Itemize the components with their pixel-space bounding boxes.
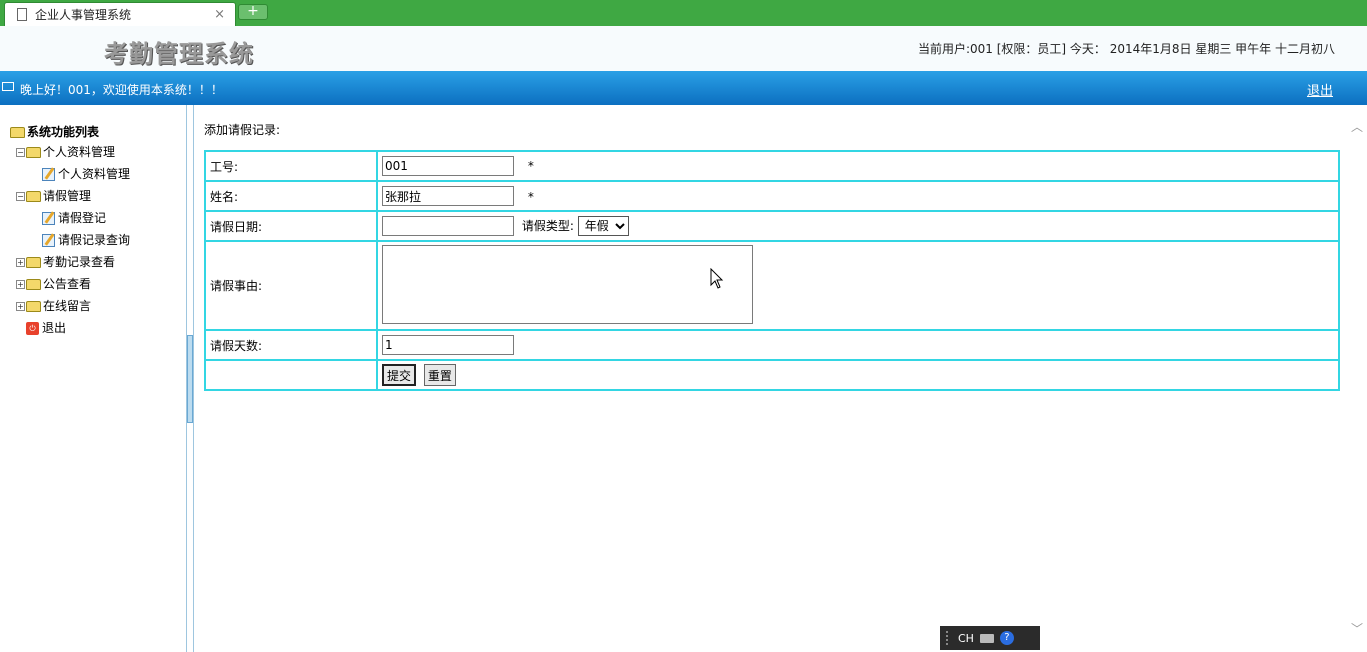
tree-leaf-leave-query[interactable]: 请假记录查询 — [42, 231, 130, 249]
leave-days-input[interactable] — [382, 335, 514, 355]
current-user-info: 当前用户:001 [权限：员工] 今天： 2014年1月8日 星期三 甲午年 十… — [917, 42, 1335, 56]
power-icon: ⏻ — [26, 321, 39, 335]
browser-tab[interactable]: 企业人事管理系统 × — [4, 2, 236, 26]
sidebar-collapse-handle[interactable] — [187, 335, 193, 423]
tree-item-online-messages[interactable]: + 在线留言 — [16, 297, 91, 315]
submit-button[interactable]: 提交 — [382, 364, 417, 386]
greeting-text: 晚上好！001，欢迎使用本系统！！！ — [20, 83, 223, 97]
tree-item-label: 个人资料管理 — [58, 167, 131, 181]
folder-icon — [26, 300, 41, 312]
help-icon[interactable]: ? — [999, 631, 1014, 645]
folder-icon — [26, 278, 41, 290]
leave-form-table: 工号: * 姓名: * 请假日期: 请假类型: 年假 请假事由 — [204, 150, 1340, 391]
leave-date-label: 请假日期: — [204, 210, 378, 242]
page-heading: 添加请假记录: — [204, 123, 281, 137]
tree-item-label: 请假管理 — [43, 189, 92, 203]
name-label: 姓名: — [204, 180, 378, 212]
leave-reason-label: 请假事由: — [204, 240, 378, 331]
browser-tab-title: 企业人事管理系统 — [35, 8, 132, 22]
keyboard-icon[interactable] — [979, 633, 994, 643]
leave-type-select[interactable]: 年假 — [577, 216, 629, 236]
tree-item-label: 考勤记录查看 — [43, 255, 116, 269]
expand-icon[interactable]: + — [16, 257, 25, 267]
browser-tab-strip: 企业人事管理系统 × + — [0, 0, 1367, 26]
card-icon — [2, 82, 14, 91]
document-icon — [17, 8, 27, 21]
close-tab-icon[interactable]: × — [214, 7, 225, 22]
leave-type-label: 请假类型: — [521, 219, 574, 233]
leave-date-input[interactable] — [382, 216, 514, 236]
reset-button[interactable]: 重置 — [423, 364, 456, 386]
folder-open-icon — [26, 190, 41, 202]
tree-item-label: 公告查看 — [43, 277, 92, 291]
tree-item-exit[interactable]: ⏻ 退出 — [26, 319, 66, 337]
ime-language[interactable]: CH — [958, 632, 974, 645]
folder-icon — [26, 256, 41, 268]
required-mark: * — [527, 159, 534, 173]
employee-id-input[interactable] — [382, 156, 514, 176]
leave-days-label: 请假天数: — [204, 329, 378, 361]
tree-root-label: 系统功能列表 — [27, 125, 100, 139]
tree-leaf-personal-info[interactable]: 个人资料管理 — [42, 165, 130, 183]
scroll-up-arrow-icon[interactable]: ︿ — [1351, 118, 1363, 134]
app-logo: 考勤管理系统 — [104, 39, 254, 68]
name-input[interactable] — [382, 186, 514, 206]
folder-open-icon — [10, 126, 25, 138]
expand-icon[interactable]: + — [16, 279, 25, 289]
expand-icon[interactable]: + — [16, 301, 25, 311]
logout-link[interactable]: 退出 — [1307, 80, 1333, 99]
tree-item-label: 退出 — [42, 321, 67, 335]
tree-root[interactable]: 系统功能列表 — [10, 123, 99, 141]
edit-page-icon — [42, 211, 55, 225]
collapse-icon[interactable]: − — [16, 191, 25, 201]
tree-item-leave-management[interactable]: − 请假管理 — [16, 187, 91, 205]
edit-page-icon — [42, 233, 55, 247]
greeting-bar: 晚上好！001，欢迎使用本系统！！！ 退出 — [0, 71, 1367, 105]
tree-item-attendance-records[interactable]: + 考勤记录查看 — [16, 253, 115, 271]
folder-open-icon — [26, 146, 41, 158]
leave-reason-textarea[interactable] — [382, 244, 753, 324]
ime-toolbar[interactable]: CH ? — [940, 626, 1040, 650]
mouse-cursor-icon — [710, 268, 724, 289]
tree-item-notices[interactable]: + 公告查看 — [16, 275, 91, 293]
sidebar: 系统功能列表 − 个人资料管理 个人资料管理 − 请假管理 请假登记 请假记录查… — [0, 105, 187, 652]
main-content: 添加请假记录: 工号: * 姓名: * 请假日期: 请假类型: 年假 — [194, 105, 1367, 652]
required-mark: * — [527, 189, 534, 204]
tree-item-label: 请假登记 — [58, 211, 107, 225]
empty-cell — [204, 359, 378, 391]
app-header: 考勤管理系统 当前用户:001 [权限：员工] 今天： 2014年1月8日 星期… — [0, 26, 1367, 71]
tree-item-label: 在线留言 — [43, 299, 92, 313]
collapse-icon[interactable]: − — [16, 147, 25, 157]
grip-icon[interactable] — [946, 631, 952, 645]
tree-item-label: 请假记录查询 — [58, 233, 131, 247]
new-tab-button[interactable]: + — [238, 4, 268, 20]
edit-page-icon — [42, 167, 55, 181]
tree-leaf-leave-register[interactable]: 请假登记 — [42, 209, 106, 227]
tree-item-label: 个人资料管理 — [43, 145, 116, 159]
employee-id-label: 工号: — [204, 150, 378, 182]
scroll-down-arrow-icon[interactable]: ﹀ — [1351, 620, 1363, 636]
tree-item-personal-info[interactable]: − 个人资料管理 — [16, 143, 115, 161]
